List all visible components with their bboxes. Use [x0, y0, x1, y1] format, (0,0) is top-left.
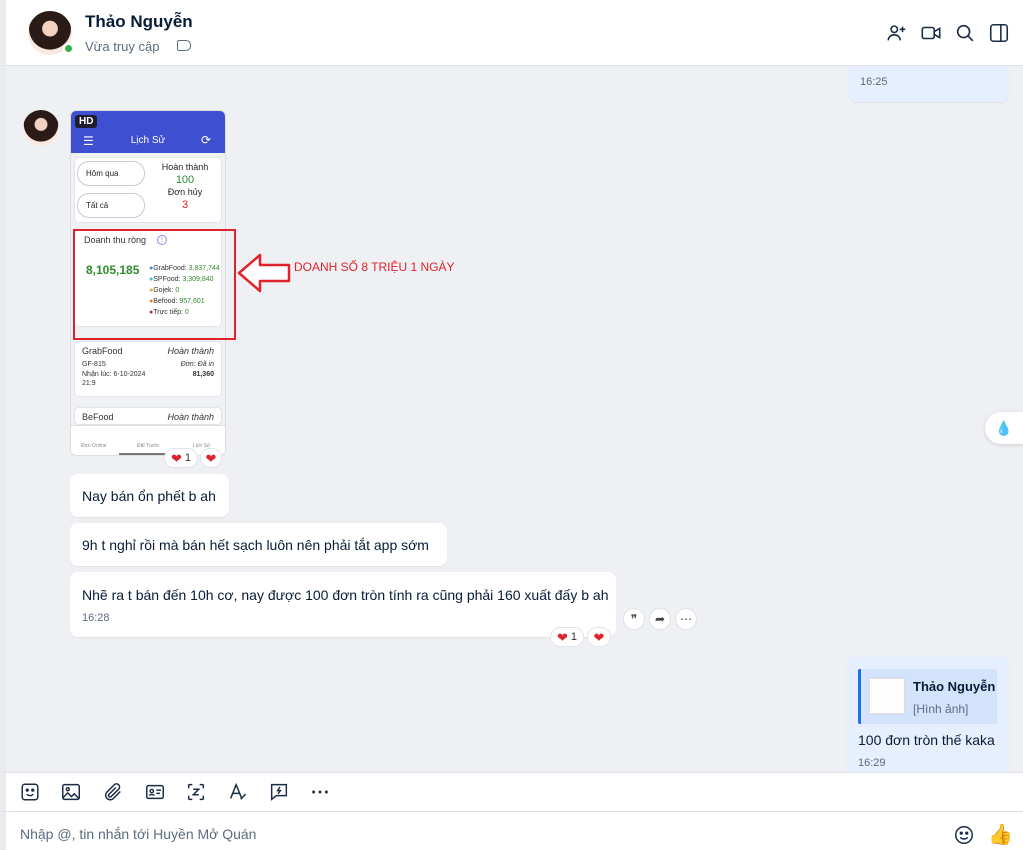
order-time: 21:9: [82, 380, 96, 387]
add-member-icon[interactable]: [886, 22, 908, 44]
sender-avatar[interactable]: [23, 110, 59, 146]
contact-name[interactable]: Thảo Nguyễn: [85, 12, 193, 32]
left-arrow-icon: [237, 253, 291, 293]
react-button[interactable]: ❤: [587, 627, 611, 647]
online-status-dot: [63, 43, 74, 54]
order-amount: 81,360: [192, 371, 214, 378]
order-status: Hoàn thành: [167, 346, 214, 356]
more-options-icon[interactable]: ⋯: [675, 608, 697, 630]
heart-icon: ❤: [205, 450, 217, 466]
nav-online-orders: Đơn Online: [81, 443, 107, 449]
order-card: GrabFood Hoàn thành GF-815 Đơn: Đã in Nh…: [74, 341, 222, 397]
filter-yesterday: Hôm qua: [77, 161, 145, 186]
message-composer[interactable]: Nhập @, tin nhắn tới Huyền Mở Quán 👍: [0, 811, 1023, 850]
react-button[interactable]: ❤: [200, 448, 222, 468]
quoted-text: [Hình ảnh]: [913, 702, 969, 716]
contact-card-icon[interactable]: [144, 781, 166, 803]
order-status: Hoàn thành: [167, 412, 214, 422]
filter-all: Tất cả: [77, 193, 145, 218]
message-time: 16:28: [82, 612, 110, 624]
sidebar-toggle-icon[interactable]: [988, 22, 1010, 44]
refresh-icon: ⟳: [200, 133, 211, 147]
screenshot-icon[interactable]: [185, 781, 207, 803]
nav-preorders: Đặt Trước: [137, 443, 160, 449]
heart-icon: ❤: [170, 450, 182, 466]
sent-message[interactable]: 16:25: [849, 66, 1009, 102]
heart-icon: ❤: [593, 629, 605, 645]
reaction-summary[interactable]: ❤ 1: [164, 448, 198, 468]
tag-icon[interactable]: [177, 40, 191, 51]
search-icon[interactable]: [954, 22, 976, 44]
magic-drop-icon[interactable]: 💧: [985, 412, 1023, 444]
hd-badge: HD: [75, 115, 98, 128]
app-topbar: HD ☰ Lịch Sử ⟳: [71, 111, 225, 153]
order-code: GF-815: [82, 361, 106, 368]
cancelled-count: 3: [181, 199, 189, 211]
message-input[interactable]: Nhập @, tin nhắn tới Huyền Mở Quán: [20, 826, 256, 842]
message-text: 100 đơn tròn thế kaka: [858, 732, 995, 748]
quick-message-icon[interactable]: [268, 781, 290, 803]
message-text: Nhẽ ra t bán đến 10h cơ, nay được 100 đơ…: [82, 587, 609, 603]
quoted-sender: Thảo Nguyễn: [913, 679, 996, 694]
message-text: Nay bán ổn phết b ah: [82, 488, 216, 504]
order-platform: BeFood: [82, 412, 114, 422]
completed-label: Hoàn thành: [161, 162, 209, 172]
text-format-icon[interactable]: [227, 781, 249, 803]
summary-card: Hôm qua Tất cả Hoàn thành 100 Đơn hủy 3: [74, 157, 222, 223]
contact-status: Vừa truy cập: [85, 39, 160, 54]
chat-header: Thảo Nguyễn Vừa truy cập: [0, 0, 1023, 66]
order-print: Đơn: Đã in: [180, 361, 214, 368]
quote-icon[interactable]: ❞: [623, 608, 645, 630]
annotation-text: DOANH SỐ 8 TRIỆU 1 NGÀY: [294, 260, 455, 274]
message-time: 16:29: [858, 757, 886, 769]
sent-message[interactable]: Thảo Nguyễn [Hình ảnh] 100 đơn tròn thế …: [847, 657, 1009, 777]
completed-count: 100: [175, 174, 195, 186]
thumbs-up-icon[interactable]: 👍: [988, 822, 1013, 847]
composer-toolbar: [0, 772, 1023, 811]
quoted-image-thumbnail: [869, 678, 905, 714]
quoted-message[interactable]: Thảo Nguyễn [Hình ảnh]: [858, 669, 997, 724]
forward-icon[interactable]: ➦: [649, 608, 671, 630]
image-icon[interactable]: [60, 781, 82, 803]
order-received: Nhận lúc: 6-10-2024: [82, 371, 146, 378]
heart-icon: ❤: [556, 629, 568, 645]
video-call-icon[interactable]: [920, 22, 942, 44]
highlight-box: [73, 229, 236, 340]
message-time: 16:25: [860, 76, 888, 88]
sticker-icon[interactable]: [19, 781, 41, 803]
received-message[interactable]: 9h t nghỉ rồi mà bán hết sạch luôn nên p…: [70, 523, 447, 566]
reaction-summary[interactable]: ❤ 1: [550, 627, 584, 647]
attachment-icon[interactable]: [102, 781, 124, 803]
cancelled-label: Đơn hủy: [167, 187, 203, 197]
received-message[interactable]: Nhẽ ra t bán đến 10h cơ, nay được 100 đơ…: [70, 572, 616, 637]
order-card: BeFood Hoàn thành: [74, 407, 222, 425]
message-text: 9h t nghỉ rồi mà bán hết sạch luôn nên p…: [82, 537, 429, 553]
received-message[interactable]: Nay bán ổn phết b ah: [70, 474, 229, 517]
emoji-icon[interactable]: [953, 824, 975, 846]
more-icon[interactable]: [309, 781, 331, 803]
order-platform: GrabFood: [82, 346, 123, 356]
